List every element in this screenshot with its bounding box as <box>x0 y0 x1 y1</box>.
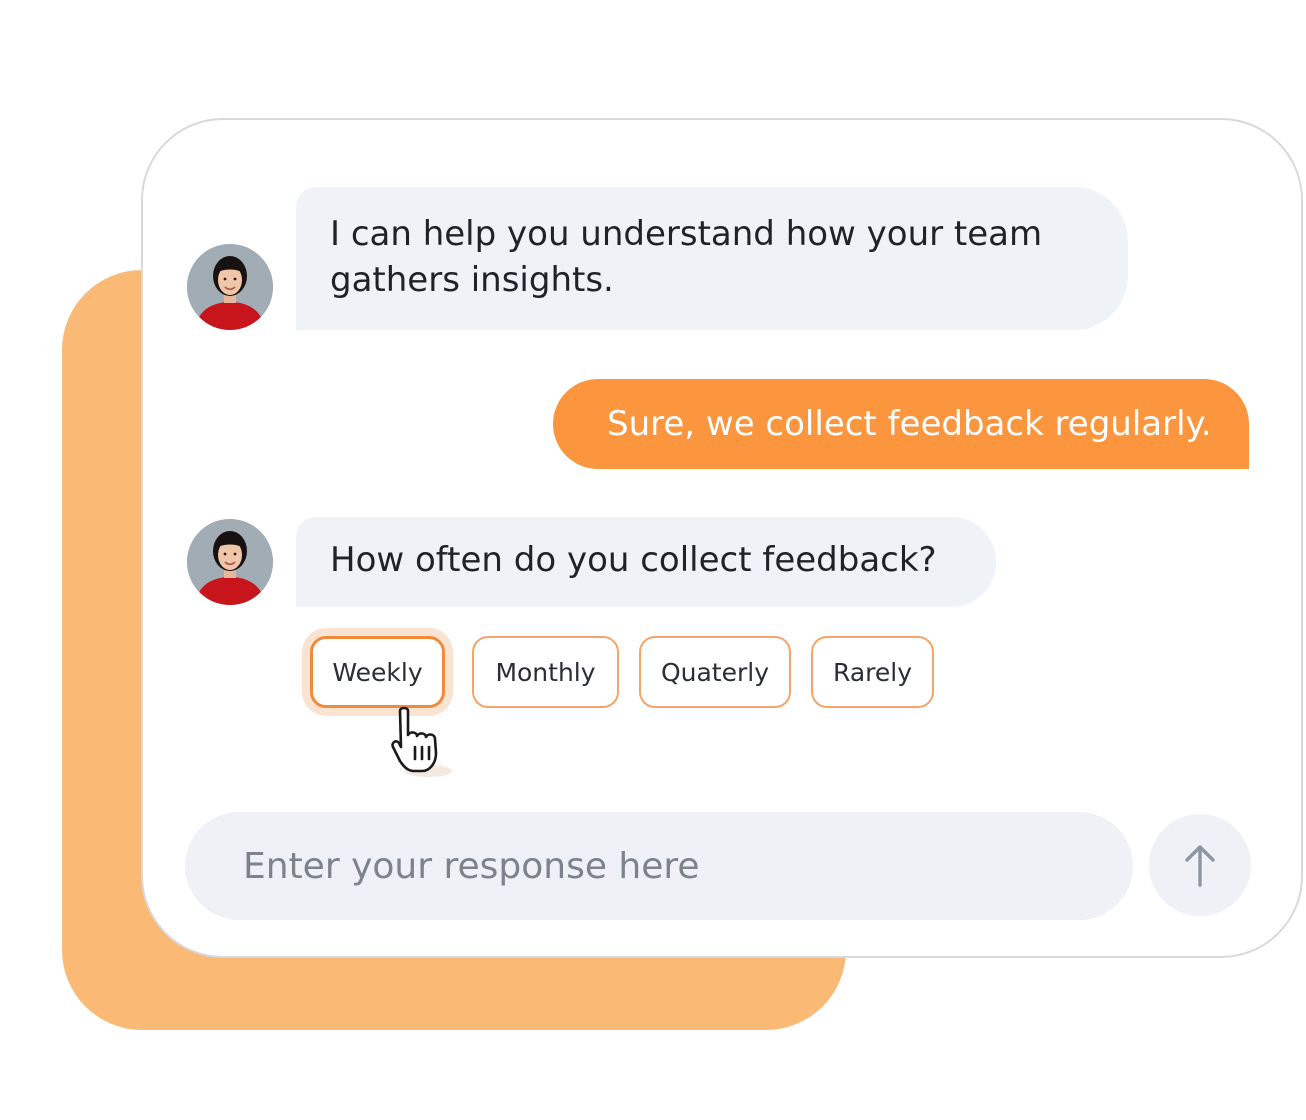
bot-message-text: How often do you collect feedback? <box>330 540 937 580</box>
bot-avatar-image <box>187 244 273 330</box>
response-input-container[interactable] <box>185 812 1133 920</box>
bot-message-bubble: How often do you collect feedback? <box>296 517 996 607</box>
chat-card: I can help you understand how your team … <box>141 118 1303 958</box>
option-label: Weekly <box>332 657 423 687</box>
bot-avatar <box>187 244 273 330</box>
user-message-text: Sure, we collect feedback regularly. <box>607 404 1212 444</box>
arrow-up-icon <box>1185 845 1215 887</box>
option-rarely-button[interactable]: Rarely <box>811 636 934 708</box>
response-input[interactable] <box>241 844 1085 888</box>
option-label: Rarely <box>833 657 912 687</box>
option-weekly-button[interactable]: Weekly <box>310 636 445 708</box>
bot-avatar <box>187 519 273 605</box>
option-monthly-button[interactable]: Monthly <box>472 636 619 708</box>
bot-avatar-image <box>187 519 273 605</box>
bot-message-bubble: I can help you understand how your team … <box>296 187 1128 330</box>
option-label: Monthly <box>495 657 596 687</box>
bot-message-line: I can help you understand how your team <box>330 214 1043 254</box>
chat-widget-stage: I can help you understand how your team … <box>0 0 1306 1120</box>
hand-pointer-cursor-icon <box>391 706 452 777</box>
option-quaterly-button[interactable]: Quaterly <box>639 636 791 708</box>
bot-message-line: gathers insights. <box>330 260 614 300</box>
option-label: Quaterly <box>660 657 770 687</box>
send-button[interactable] <box>1149 814 1251 916</box>
user-message-bubble: Sure, we collect feedback regularly. <box>553 379 1249 469</box>
